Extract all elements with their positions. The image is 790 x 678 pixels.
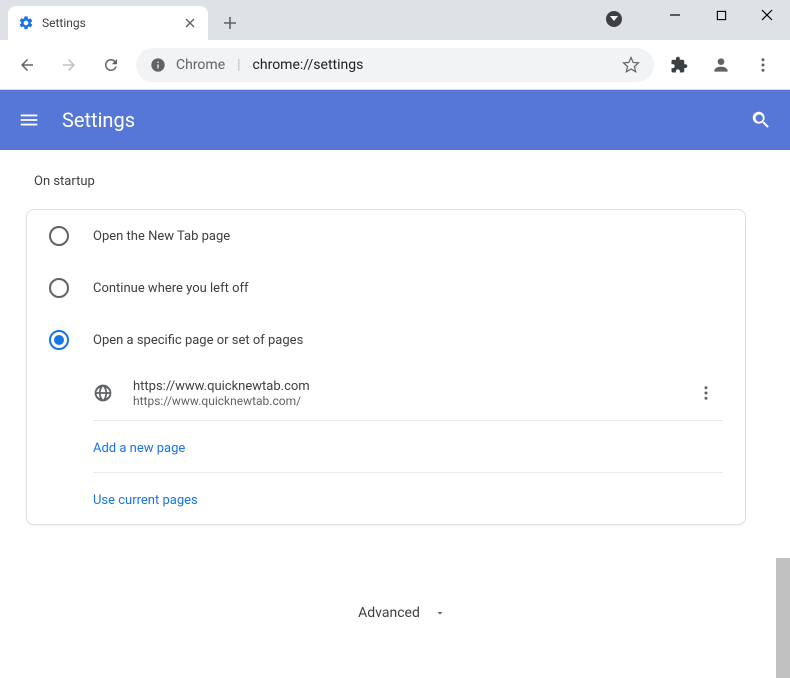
- close-tab-icon[interactable]: [182, 15, 198, 31]
- reload-button[interactable]: [94, 48, 128, 82]
- chevron-down-icon: [434, 607, 446, 619]
- startup-option-newtab[interactable]: Open the New Tab page: [27, 210, 745, 262]
- page-menu-icon[interactable]: [689, 376, 723, 410]
- settings-content: On startup Open the New Tab page Continu…: [0, 150, 790, 678]
- bookmark-star-icon[interactable]: [622, 56, 640, 74]
- startup-page-row: https://www.quicknewtab.com https://www.…: [27, 366, 745, 420]
- radio-label: Open the New Tab page: [93, 229, 230, 244]
- use-current-button[interactable]: Use current pages: [93, 493, 198, 508]
- scrollbar-thumb[interactable]: [776, 558, 790, 678]
- omnibox-path: chrome://settings: [253, 57, 364, 73]
- scrollbar-track[interactable]: [776, 150, 790, 678]
- address-bar-row: Chrome | chrome://settings: [0, 40, 790, 90]
- tab-title: Settings: [42, 16, 174, 30]
- dropdown-badge-icon[interactable]: [606, 11, 622, 27]
- radio-icon[interactable]: [49, 278, 69, 298]
- settings-header: Settings: [0, 90, 790, 150]
- globe-icon: [93, 383, 113, 403]
- hamburger-menu-icon[interactable]: [18, 109, 40, 131]
- startup-option-specific[interactable]: Open a specific page or set of pages: [27, 314, 745, 366]
- startup-option-continue[interactable]: Continue where you left off: [27, 262, 745, 314]
- new-tab-button[interactable]: [216, 9, 244, 37]
- startup-page-url: https://www.quicknewtab.com/: [133, 394, 669, 408]
- startup-page-title: https://www.quicknewtab.com: [133, 379, 669, 394]
- search-icon[interactable]: [750, 109, 772, 131]
- extensions-icon[interactable]: [662, 48, 696, 82]
- use-current-row[interactable]: Use current pages: [93, 472, 723, 524]
- profile-icon[interactable]: [704, 48, 738, 82]
- add-page-row[interactable]: Add a new page: [93, 420, 723, 472]
- radio-selected-icon[interactable]: [49, 330, 69, 350]
- minimize-button[interactable]: [652, 0, 698, 30]
- site-info-icon[interactable]: [150, 57, 166, 73]
- advanced-label: Advanced: [358, 605, 420, 621]
- forward-button[interactable]: [52, 48, 86, 82]
- page-title: Settings: [62, 108, 728, 132]
- omnibox[interactable]: Chrome | chrome://settings: [136, 48, 654, 82]
- startup-card: Open the New Tab page Continue where you…: [26, 209, 746, 525]
- add-page-button[interactable]: Add a new page: [93, 441, 185, 456]
- section-title: On startup: [26, 174, 778, 189]
- chrome-menu-icon[interactable]: [746, 48, 780, 82]
- back-button[interactable]: [10, 48, 44, 82]
- radio-icon[interactable]: [49, 226, 69, 246]
- gear-icon: [18, 15, 34, 31]
- window-titlebar: Settings: [0, 0, 790, 40]
- window-controls: [606, 0, 790, 30]
- browser-tab[interactable]: Settings: [8, 6, 208, 40]
- close-window-button[interactable]: [744, 0, 790, 30]
- omnibox-text: Chrome | chrome://settings: [176, 57, 612, 73]
- maximize-button[interactable]: [698, 0, 744, 30]
- advanced-toggle[interactable]: Advanced: [26, 575, 778, 678]
- radio-label: Open a specific page or set of pages: [93, 333, 303, 348]
- omnibox-scheme: Chrome: [176, 57, 225, 73]
- radio-label: Continue where you left off: [93, 281, 249, 296]
